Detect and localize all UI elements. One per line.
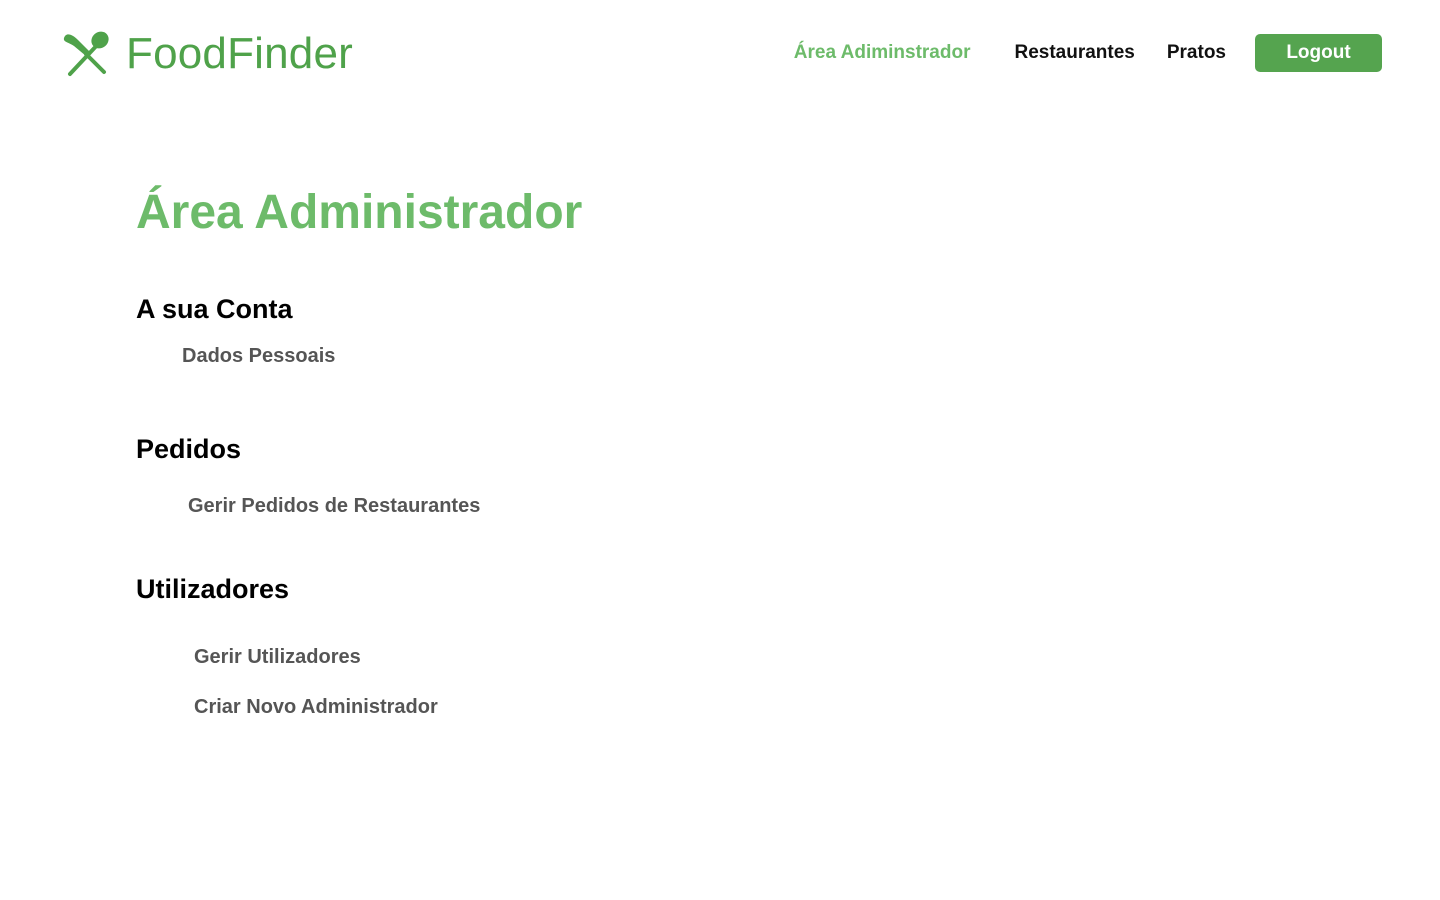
link-create-admin[interactable]: Criar Novo Administrador — [194, 696, 438, 719]
admin-main-content: Área Administrador A sua Conta Dados Pes… — [136, 180, 1236, 718]
fork-and-spoon-icon — [60, 28, 112, 80]
section-title-account: A sua Conta — [136, 294, 293, 324]
brand-name: FoodFinder — [126, 29, 354, 78]
main-navigation: Área Adiminstrador Restaurantes Pratos L… — [794, 34, 1382, 72]
nav-link-admin-area[interactable]: Área Adiminstrador — [794, 42, 971, 64]
site-header: FoodFinder Área Adiminstrador Restaurant… — [0, 0, 1440, 110]
section-title-users: Utilizadores — [136, 574, 290, 604]
nav-link-dishes[interactable]: Pratos — [1167, 42, 1226, 64]
section-title-orders: Pedidos — [136, 434, 242, 464]
link-personal-data[interactable]: Dados Pessoais — [182, 345, 335, 368]
brand-logo[interactable]: FoodFinder — [60, 28, 353, 80]
nav-link-restaurants[interactable]: Restaurantes — [1014, 42, 1134, 64]
link-manage-restaurant-orders[interactable]: Gerir Pedidos de Restaurantes — [188, 495, 480, 518]
logout-button[interactable]: Logout — [1255, 34, 1382, 72]
link-manage-users[interactable]: Gerir Utilizadores — [194, 646, 361, 669]
page-title: Área Administrador — [136, 186, 583, 239]
